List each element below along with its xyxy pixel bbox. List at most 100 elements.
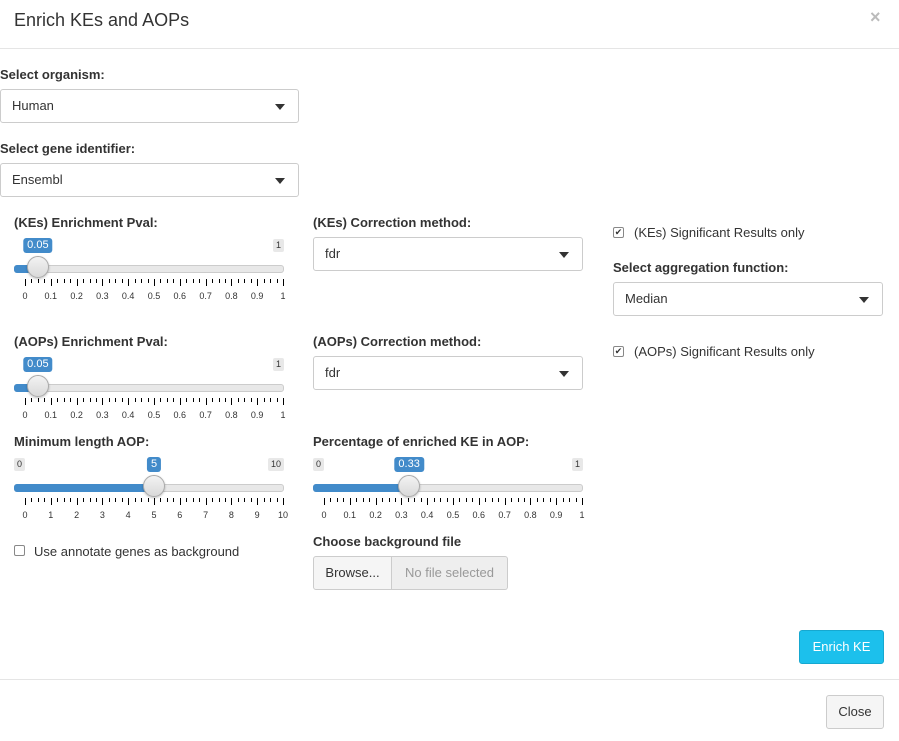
slider-minor-tick <box>83 398 85 402</box>
aops-significant-checkbox[interactable]: ✔ <box>613 346 624 357</box>
slider-minor-tick <box>433 498 435 502</box>
gene-identifier-select-value: Ensembl <box>12 172 63 187</box>
slider-handle[interactable] <box>26 375 49 397</box>
slider-minor-tick <box>115 398 117 402</box>
slider-minor-tick <box>330 498 332 502</box>
close-icon[interactable]: × <box>870 7 881 28</box>
chevron-down-icon <box>559 252 569 258</box>
slider-tick <box>25 279 26 286</box>
slider-tick-label: 0.9 <box>549 510 563 520</box>
enrich-ke-button[interactable]: Enrich KE <box>799 630 884 664</box>
slider-minor-tick <box>485 498 487 502</box>
slider-minor-tick <box>270 498 272 502</box>
slider-max-label: 1 <box>571 458 583 471</box>
slider-minor-tick <box>44 498 46 502</box>
slider-minor-tick <box>63 279 65 283</box>
aops-pval-slider[interactable]: 1 0.05 0 0.1 0.2 0.3 0.4 0.5 0.6 0.7 0.8 0.9 1 <box>14 357 286 428</box>
min-length-slider[interactable]: 0 10 5 0 1 2 3 4 5 6 7 8 9 10 <box>14 457 288 528</box>
slider-minor-tick <box>166 398 168 402</box>
slider-minor-tick <box>37 279 39 283</box>
slider-minor-tick <box>244 279 246 283</box>
slider-tick <box>453 498 454 505</box>
slider-tick <box>128 498 130 505</box>
slider-tick <box>504 498 506 505</box>
slider-tick-label: 0.5 <box>147 291 161 301</box>
slider-tick <box>427 498 429 505</box>
slider-minor-tick <box>388 498 390 502</box>
slider-tick <box>582 498 583 505</box>
chevron-down-icon <box>859 297 869 303</box>
slider-minor-tick <box>199 498 201 502</box>
slider-minor-tick <box>549 498 551 502</box>
slider-minor-tick <box>108 279 110 283</box>
close-button[interactable]: Close <box>826 695 884 729</box>
slider-handle[interactable] <box>398 475 421 497</box>
slider-minor-tick <box>160 398 162 402</box>
slider-handle[interactable] <box>143 475 165 497</box>
min-length-label: Minimum length AOP: <box>14 434 150 449</box>
pct-enriched-slider[interactable]: 0 1 0.33 0 0.1 0.2 0.3 0.4 0.5 0.6 0.7 0.8 0.9 1 <box>313 457 585 528</box>
slider-tick <box>205 279 207 286</box>
kes-significant-checkbox[interactable]: ✔ <box>613 227 624 238</box>
slider-minor-tick <box>141 279 143 283</box>
slider-tick-label: 2 <box>74 510 80 520</box>
slider-minor-tick <box>63 498 65 502</box>
slider-value-label: 0.05 <box>23 357 53 372</box>
slider-minor-tick <box>543 498 545 502</box>
modal-title: Enrich KEs and AOPs <box>14 10 190 30</box>
gene-identifier-select[interactable]: Ensembl <box>0 163 299 197</box>
slider-tick-label: 0.7 <box>498 510 511 520</box>
slider-tick-label: 0.1 <box>44 291 58 301</box>
slider-minor-tick <box>121 279 123 283</box>
slider-track[interactable] <box>14 265 284 273</box>
browse-button[interactable]: Browse... <box>313 556 392 590</box>
slider-tick-label: 8 <box>228 510 234 520</box>
slider-minor-tick <box>186 498 188 502</box>
slider-track[interactable] <box>14 384 284 392</box>
slider-fill <box>14 484 154 492</box>
slider-tick <box>102 498 104 505</box>
slider-minor-tick <box>343 498 345 502</box>
slider-minor-tick <box>192 398 194 402</box>
slider-minor-tick <box>407 498 409 502</box>
kes-correction-select[interactable]: fdr <box>313 237 583 271</box>
slider-minor-tick <box>134 398 136 402</box>
slider-minor-tick <box>115 279 117 283</box>
slider-minor-tick <box>356 498 358 502</box>
slider-minor-tick <box>57 498 59 502</box>
organism-select[interactable]: Human <box>0 89 299 123</box>
slider-tick-label: 0.8 <box>524 510 537 520</box>
slider-minor-tick <box>115 498 117 502</box>
slider-value-label: 0.05 <box>23 238 53 253</box>
slider-minor-tick <box>459 498 461 502</box>
slider-tick-label: 0.6 <box>173 291 187 301</box>
slider-handle[interactable] <box>26 256 49 278</box>
slider-minor-tick <box>95 498 97 502</box>
slider-tick <box>128 279 130 286</box>
slider-minor-tick <box>523 498 525 502</box>
chevron-down-icon <box>275 178 285 184</box>
slider-tick-label: 0.7 <box>199 410 212 420</box>
slider-max-label: 1 <box>272 358 284 371</box>
background-checkbox[interactable] <box>14 545 25 556</box>
slider-minor-tick <box>212 279 214 283</box>
kes-pval-slider[interactable]: 1 0.05 0 0.1 0.2 0.3 0.4 0.5 0.6 0.7 0.8 0.9 1 <box>14 238 286 309</box>
slider-value-label: 0.33 <box>394 457 424 472</box>
slider-ticks: 0 1 2 3 4 5 6 7 8 9 10 <box>14 498 288 528</box>
slider-minor-tick <box>121 398 123 402</box>
aops-significant-label: (AOPs) Significant Results only <box>634 344 815 359</box>
slider-tick <box>76 498 78 505</box>
slider-minor-tick <box>44 279 46 283</box>
slider-minor-tick <box>121 498 123 502</box>
slider-minor-tick <box>465 498 467 502</box>
aops-correction-select[interactable]: fdr <box>313 356 583 390</box>
slider-minor-tick <box>141 498 143 502</box>
slider-minor-tick <box>263 398 265 402</box>
aggregation-select-value: Median <box>625 291 668 306</box>
slider-ticks: 0 0.1 0.2 0.3 0.4 0.5 0.6 0.7 0.8 0.9 1 <box>14 398 286 428</box>
slider-minor-tick <box>186 279 188 283</box>
aggregation-select[interactable]: Median <box>613 282 883 316</box>
aops-pval-label: (AOPs) Enrichment Pval: <box>14 334 168 349</box>
slider-tick <box>205 498 207 505</box>
slider-tick <box>283 498 284 505</box>
